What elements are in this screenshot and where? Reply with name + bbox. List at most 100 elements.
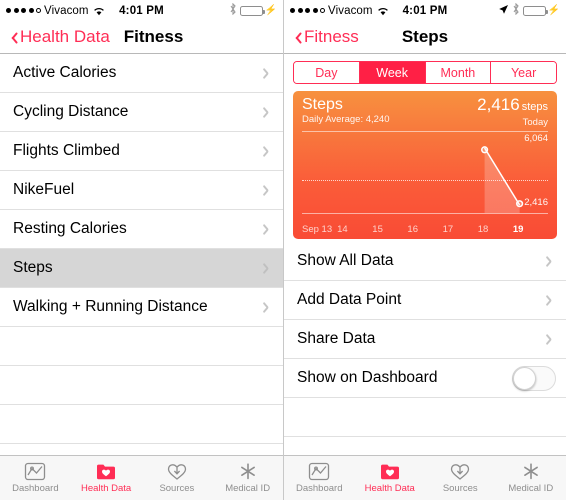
- list-item-steps[interactable]: Steps: [0, 249, 283, 288]
- status-left: Vivacom: [290, 5, 389, 17]
- list-item-label: Active Calories: [13, 64, 117, 81]
- right-phone-screen: Vivacom 4:01 PM ⚡ Fitness Steps Day Week…: [283, 0, 566, 500]
- chevron-right-icon: [265, 106, 273, 119]
- left-phone-screen: Vivacom 4:01 PM ⚡ Health Data Fitness Ac…: [0, 0, 283, 500]
- tab-bar: Dashboard Health Data Sources Medical ID: [284, 455, 566, 500]
- chevron-right-icon: [548, 294, 556, 307]
- medical-id-asterisk-icon: [520, 462, 542, 481]
- steps-chart-card[interactable]: Steps Daily Average: 4,240 2,416 steps To…: [293, 91, 557, 239]
- back-button[interactable]: Health Data: [8, 27, 110, 47]
- charging-bolt-icon: ⚡: [547, 5, 560, 16]
- chart-card-right: 2,416 steps Today: [477, 95, 548, 129]
- tab-medical-id[interactable]: Medical ID: [212, 456, 283, 500]
- segment-year[interactable]: Year: [491, 62, 556, 83]
- time-range-segmented-control[interactable]: Day Week Month Year: [293, 61, 557, 84]
- status-right: ⚡: [498, 2, 560, 18]
- tab-health-data[interactable]: Health Data: [71, 456, 142, 500]
- list-item-label: NikeFuel: [13, 181, 75, 198]
- dashboard-chart-icon: [308, 462, 330, 481]
- list-item-add-data-point[interactable]: Add Data Point: [284, 281, 566, 320]
- signal-strength-dots: [290, 8, 325, 13]
- tab-bar: Dashboard Health Data Sources Medical ID: [0, 455, 283, 500]
- chart-unit: steps: [521, 101, 548, 113]
- list-item-label: Flights Climbed: [13, 142, 120, 159]
- list-item-flights-climbed[interactable]: Flights Climbed: [0, 132, 283, 171]
- segment-day[interactable]: Day: [294, 62, 360, 83]
- dual-screenshot: Vivacom 4:01 PM ⚡ Health Data Fitness Ac…: [0, 0, 566, 500]
- chevron-right-icon: [265, 145, 273, 158]
- fitness-list: Active Calories Cycling Distance Flights…: [0, 54, 283, 455]
- steps-detail: Day Week Month Year Steps Daily Average:…: [284, 54, 566, 455]
- list-item-label: Resting Calories: [13, 220, 127, 237]
- carrier-label: Vivacom: [328, 4, 373, 17]
- list-item-label: Cycling Distance: [13, 103, 129, 120]
- list-item-show-on-dashboard[interactable]: Show on Dashboard: [284, 359, 566, 398]
- sources-download-heart-icon: [166, 462, 188, 481]
- chevron-right-icon: [265, 184, 273, 197]
- tab-sources[interactable]: Sources: [425, 456, 496, 500]
- chevron-right-icon: [265, 262, 273, 275]
- tab-label: Dashboard: [12, 483, 59, 494]
- chevron-right-icon: [265, 301, 273, 314]
- chevron-left-icon: [8, 30, 17, 45]
- segment-month[interactable]: Month: [425, 62, 492, 83]
- page-title: Steps: [401, 27, 449, 46]
- wifi-icon: [377, 6, 389, 16]
- chevron-right-icon: [548, 255, 556, 268]
- chart-data-points: [481, 146, 524, 208]
- list-item-show-all-data[interactable]: Show All Data: [284, 242, 566, 281]
- sources-download-heart-icon: [449, 462, 471, 481]
- tab-health-data[interactable]: Health Data: [355, 456, 426, 500]
- list-item-label: Share Data: [297, 330, 376, 347]
- chart-x-axis: Sep 13 14 15 16 17 18 19: [302, 224, 548, 235]
- list-item-label: Show All Data: [297, 252, 394, 269]
- tab-label: Medical ID: [225, 483, 271, 494]
- chevron-right-icon: [265, 223, 273, 236]
- dashboard-chart-icon: [24, 462, 46, 481]
- tab-sources[interactable]: Sources: [142, 456, 213, 500]
- tab-dashboard[interactable]: Dashboard: [284, 456, 355, 500]
- list-item-label: Add Data Point: [297, 291, 402, 308]
- list-item-empty: [0, 366, 283, 405]
- battery-icon: [239, 5, 265, 16]
- segment-week[interactable]: Week: [359, 62, 426, 83]
- signal-strength-dots: [6, 8, 41, 13]
- list-item-empty: [284, 398, 566, 437]
- tab-label: Health Data: [81, 483, 132, 494]
- x-tick: 16: [407, 224, 418, 235]
- list-item-share-data[interactable]: Share Data: [284, 320, 566, 359]
- tab-label: Sources: [159, 483, 195, 494]
- tab-label: Health Data: [364, 483, 415, 494]
- tab-medical-id[interactable]: Medical ID: [496, 456, 566, 500]
- chevron-right-icon: [548, 333, 556, 346]
- x-tick: 14: [337, 224, 348, 235]
- x-tick-today: 19: [512, 224, 524, 235]
- x-tick: 18: [477, 224, 489, 235]
- list-item-walking-running-distance[interactable]: Walking + Running Distance: [0, 288, 283, 327]
- health-folder-heart-icon: [95, 462, 117, 481]
- tab-dashboard[interactable]: Dashboard: [0, 456, 71, 500]
- list-item-label: Show on Dashboard: [297, 369, 438, 386]
- location-arrow-icon: [498, 4, 509, 18]
- list-item-active-calories[interactable]: Active Calories: [0, 54, 283, 93]
- bluetooth-icon: [512, 2, 520, 18]
- back-button-label: Health Data: [20, 27, 110, 46]
- list-item-cycling-distance[interactable]: Cycling Distance: [0, 93, 283, 132]
- chevron-right-icon: [265, 67, 273, 80]
- steps-chart-card-wrap: Steps Daily Average: 4,240 2,416 steps To…: [284, 84, 566, 242]
- medical-id-asterisk-icon: [237, 462, 259, 481]
- list-item-nikefuel[interactable]: NikeFuel: [0, 171, 283, 210]
- list-item-resting-calories[interactable]: Resting Calories: [0, 210, 283, 249]
- x-tick: 15: [372, 224, 383, 235]
- navigation-bar: Health Data Fitness: [0, 21, 283, 54]
- chart-current-value: 2,416 steps: [477, 95, 548, 114]
- tab-label: Sources: [442, 483, 478, 494]
- status-right: ⚡: [229, 2, 277, 18]
- list-item-empty: [0, 405, 283, 444]
- list-item-label: Steps: [13, 259, 53, 276]
- charging-bolt-icon: ⚡: [264, 5, 277, 16]
- show-on-dashboard-toggle[interactable]: [512, 365, 556, 391]
- status-bar: Vivacom 4:01 PM ⚡: [284, 0, 566, 21]
- tab-label: Dashboard: [296, 483, 343, 494]
- status-left: Vivacom: [6, 5, 105, 17]
